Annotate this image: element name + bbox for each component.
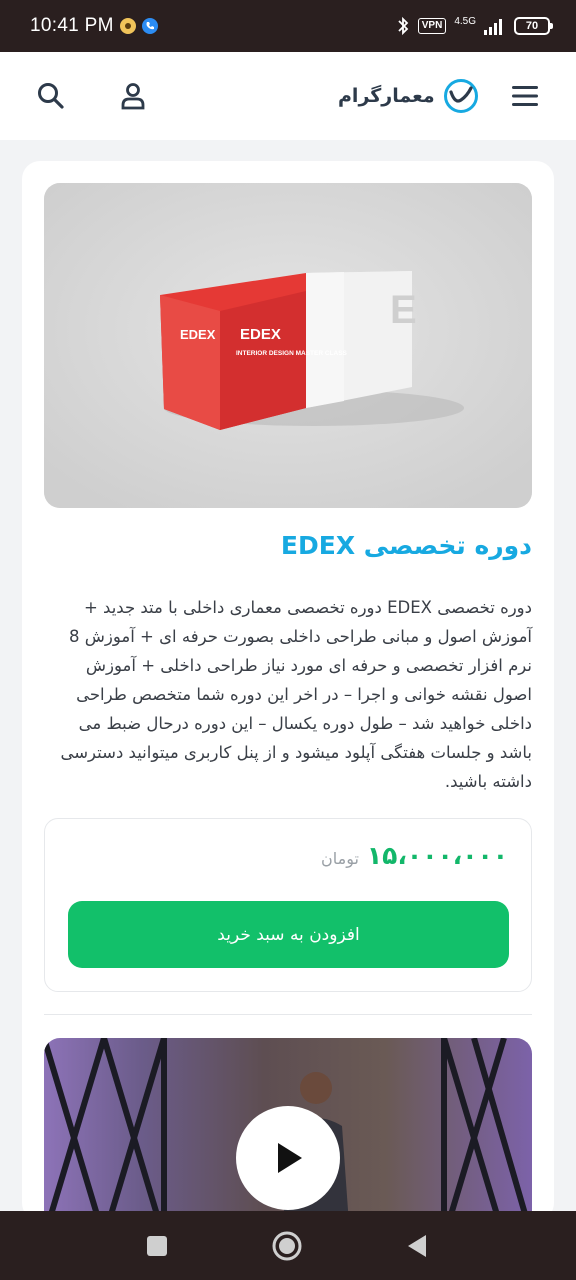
add-to-cart-button[interactable]: افزودن به سبد خرید bbox=[68, 901, 509, 968]
price-currency: تومان bbox=[321, 849, 359, 868]
back-icon bbox=[408, 1235, 426, 1257]
svg-text:EDEX: EDEX bbox=[180, 327, 216, 342]
play-icon bbox=[278, 1143, 302, 1173]
search-icon bbox=[38, 83, 64, 109]
menu-button[interactable] bbox=[507, 78, 543, 114]
user-icon bbox=[121, 83, 145, 110]
play-button[interactable] bbox=[236, 1106, 340, 1210]
box-brand-label: EDEX bbox=[240, 326, 281, 343]
product-image: E EDEX EDEX INTERIOR DESIGN MASTER CLASS bbox=[44, 183, 532, 508]
divider bbox=[44, 1014, 532, 1015]
product-card: E EDEX EDEX INTERIOR DESIGN MASTER CLASS… bbox=[22, 161, 554, 1221]
course-title: دوره تخصصی EDEX bbox=[280, 531, 532, 560]
recents-icon bbox=[147, 1236, 167, 1256]
vpn-badge: VPN bbox=[417, 18, 447, 34]
site-header: معمارگرام bbox=[0, 52, 576, 140]
price-box: ۱۵،۰۰۰،۰۰۰ تومان افزودن به سبد خرید bbox=[44, 818, 532, 992]
account-button[interactable] bbox=[115, 78, 151, 114]
search-button[interactable] bbox=[33, 78, 69, 114]
course-description: دوره تخصصی EDEX دوره تخصصی معماری داخلی … bbox=[60, 598, 532, 791]
bluetooth-icon bbox=[398, 16, 409, 36]
brand-name: معمارگرام bbox=[338, 85, 435, 107]
recents-button[interactable] bbox=[140, 1229, 174, 1263]
price-value: ۱۵،۰۰۰،۰۰۰ bbox=[366, 841, 508, 870]
brand-logo[interactable]: معمارگرام bbox=[338, 76, 479, 116]
notification-icon bbox=[119, 18, 136, 34]
home-icon bbox=[272, 1231, 302, 1261]
price-row: ۱۵،۰۰۰،۰۰۰ تومان bbox=[321, 841, 508, 870]
brand-logo-icon bbox=[443, 79, 478, 113]
system-nav-bar bbox=[0, 1211, 576, 1280]
menu-icon bbox=[512, 86, 538, 106]
course-video[interactable] bbox=[44, 1038, 532, 1221]
svg-text:E: E bbox=[390, 288, 417, 332]
home-button[interactable] bbox=[270, 1229, 304, 1263]
call-icon bbox=[141, 18, 158, 34]
status-time: 10:41 PM bbox=[30, 15, 114, 36]
status-bar: 10:41 PM VPN 4.5G 70 bbox=[0, 0, 576, 52]
network-type: 4.5G bbox=[454, 16, 476, 27]
battery-indicator: 70 bbox=[514, 17, 553, 35]
back-button[interactable] bbox=[400, 1229, 434, 1263]
product-box-illustration: E EDEX EDEX INTERIOR DESIGN MASTER CLASS bbox=[44, 183, 532, 508]
signal-icon bbox=[484, 19, 502, 35]
box-subtitle: INTERIOR DESIGN MASTER CLASS bbox=[236, 350, 348, 357]
